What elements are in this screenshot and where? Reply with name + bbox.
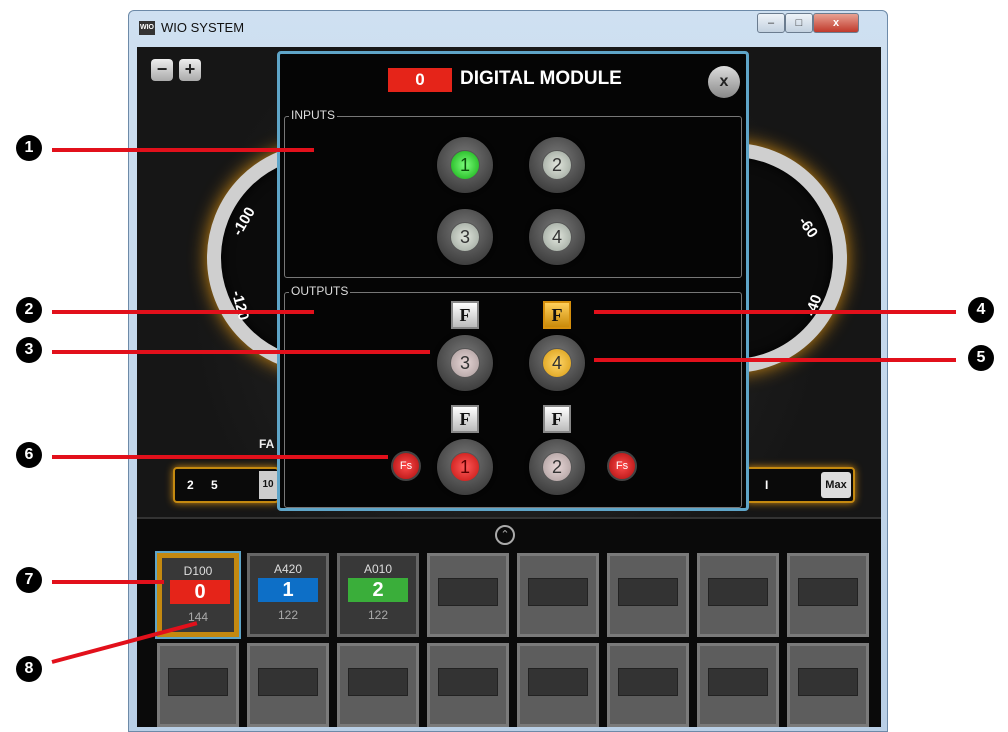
device-count: 144 <box>187 610 209 624</box>
callout-marker: 3 <box>16 337 42 363</box>
left-speed-slider[interactable]: 2 5 10 <box>173 467 279 503</box>
empty-slot[interactable] <box>517 643 599 727</box>
device-code: A420 <box>273 562 303 576</box>
slider-tick: 5 <box>211 478 218 492</box>
callout-marker: 7 <box>16 567 42 593</box>
empty-slot[interactable] <box>607 643 689 727</box>
gauge-tick-label: -60 <box>794 213 822 242</box>
empty-slot[interactable] <box>247 643 329 727</box>
empty-slot[interactable] <box>517 553 599 637</box>
inputs-label: INPUTS <box>289 108 338 122</box>
callout-marker: 5 <box>968 345 994 371</box>
failsafe-button-1[interactable]: Fs <box>391 451 421 481</box>
empty-slot[interactable] <box>427 643 509 727</box>
outputs-label: OUTPUTS <box>289 284 351 298</box>
device-count: 122 <box>277 608 299 622</box>
callout-marker: 8 <box>16 656 42 682</box>
device-code: D100 <box>183 564 213 578</box>
empty-slot[interactable] <box>157 643 239 727</box>
input-channel-1[interactable]: 1 <box>437 137 493 193</box>
module-strip: ⌃ D100 0 144 A420 1 122 A010 2 122 <box>137 517 881 727</box>
callout-line <box>594 310 956 314</box>
channel-number: 3 <box>450 348 480 378</box>
callout-line <box>52 580 164 584</box>
input-channel-2[interactable]: 2 <box>529 137 585 193</box>
minimize-button[interactable]: – <box>757 13 785 33</box>
callout-line <box>52 310 314 314</box>
close-dialog-button[interactable]: x <box>708 66 740 98</box>
output-channel-2[interactable]: 2 <box>529 439 585 495</box>
gauge-tick-label: -40 <box>802 292 826 319</box>
module-number-badge: 0 <box>388 68 452 92</box>
device-tile-a420[interactable]: A420 1 122 <box>247 553 329 637</box>
slider-tick: I <box>765 478 769 492</box>
input-channel-4[interactable]: 4 <box>529 209 585 265</box>
app-window: WIO WIO SYSTEM – □ x − + -100 -120 -60 -… <box>128 10 888 732</box>
outputs-group: OUTPUTS F F 3 4 F F Fs 1 2 Fs <box>284 284 742 508</box>
output-channel-1[interactable]: 1 <box>437 439 493 495</box>
callout-line <box>594 358 956 362</box>
max-button[interactable]: Max <box>821 472 851 498</box>
app-logo: WIO <box>139 21 155 35</box>
collapse-chevron-icon[interactable]: ⌃ <box>495 525 515 545</box>
device-number: 2 <box>348 578 408 602</box>
device-number: 0 <box>170 580 230 604</box>
callout-marker: 6 <box>16 442 42 468</box>
output-channel-4[interactable]: 4 <box>529 335 585 391</box>
slider-tick: 2 <box>187 478 194 492</box>
maximize-button[interactable]: □ <box>785 13 813 33</box>
device-count: 122 <box>367 608 389 622</box>
screenshot: WIO WIO SYSTEM – □ x − + -100 -120 -60 -… <box>0 0 1008 732</box>
close-window-button[interactable]: x <box>813 13 859 33</box>
inputs-group: INPUTS 1 2 3 4 <box>284 108 742 278</box>
zoom-out-button[interactable]: − <box>151 59 173 81</box>
fan-label: FA <box>259 437 275 451</box>
callout-line <box>52 148 314 152</box>
device-number: 1 <box>258 578 318 602</box>
window-title: WIO SYSTEM <box>161 20 245 35</box>
callout-line <box>52 350 430 354</box>
channel-number: 2 <box>542 150 572 180</box>
slider-ten-button[interactable]: 10 <box>259 471 277 499</box>
empty-slot[interactable] <box>697 553 779 637</box>
empty-slot[interactable] <box>697 643 779 727</box>
force-button-3[interactable]: F <box>451 301 479 329</box>
device-code: A010 <box>363 562 393 576</box>
digital-module-dialog: 0 DIGITAL MODULE x INPUTS 1 2 3 4 OUTPUT… <box>277 51 749 511</box>
channel-number: 2 <box>542 452 572 482</box>
title-bar: WIO WIO SYSTEM – □ x <box>129 11 887 45</box>
empty-slot[interactable] <box>427 553 509 637</box>
empty-slot[interactable] <box>337 643 419 727</box>
channel-number: 1 <box>450 452 480 482</box>
channel-number: 4 <box>542 348 572 378</box>
device-tile-a010[interactable]: A010 2 122 <box>337 553 419 637</box>
force-button-1[interactable]: F <box>451 405 479 433</box>
module-title: DIGITAL MODULE <box>460 68 622 89</box>
device-tile-d100[interactable]: D100 0 144 <box>155 551 241 639</box>
output-channel-3[interactable]: 3 <box>437 335 493 391</box>
gauge-tick-label: -120 <box>227 288 253 323</box>
failsafe-button-2[interactable]: Fs <box>607 451 637 481</box>
empty-slot[interactable] <box>787 643 869 727</box>
callout-marker: 4 <box>968 297 994 323</box>
callout-marker: 2 <box>16 297 42 323</box>
channel-number: 1 <box>450 150 480 180</box>
channel-number: 3 <box>450 222 480 252</box>
callout-line <box>52 455 388 459</box>
input-channel-3[interactable]: 3 <box>437 209 493 265</box>
empty-slot[interactable] <box>787 553 869 637</box>
empty-slot[interactable] <box>607 553 689 637</box>
zoom-in-button[interactable]: + <box>179 59 201 81</box>
force-button-2[interactable]: F <box>543 405 571 433</box>
channel-number: 4 <box>542 222 572 252</box>
gauge-tick-label: -100 <box>229 204 259 239</box>
callout-marker: 1 <box>16 135 42 161</box>
right-speed-slider[interactable]: I Max <box>745 467 855 503</box>
force-button-4[interactable]: F <box>543 301 571 329</box>
